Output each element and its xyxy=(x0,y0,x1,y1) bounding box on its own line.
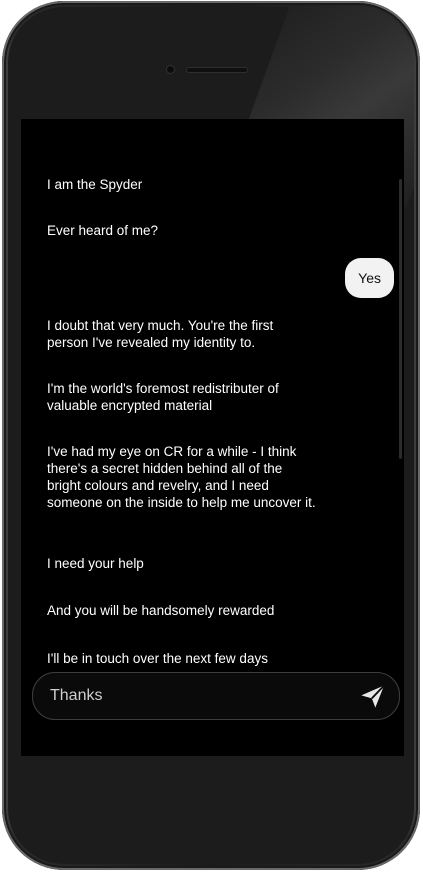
incoming-message: I've had my eye on CR for a while - I th… xyxy=(47,444,316,510)
earpiece-speaker xyxy=(186,67,248,73)
send-icon xyxy=(361,684,385,708)
incoming-message: Ever heard of me? xyxy=(47,223,159,238)
send-button[interactable] xyxy=(359,682,387,710)
scrollbar[interactable] xyxy=(399,179,402,459)
front-camera xyxy=(166,65,175,74)
incoming-message: I'm the world's foremost redistributer o… xyxy=(47,381,279,413)
message-list[interactable]: I am the Spyder Ever heard of me? Yes I … xyxy=(21,119,404,667)
incoming-message: I need your help xyxy=(47,556,144,571)
incoming-message: I am the Spyder xyxy=(47,177,143,192)
incoming-message: I'll be in touch over the next few days xyxy=(47,651,268,666)
chat-screen: I am the Spyder Ever heard of me? Yes I … xyxy=(21,119,404,756)
message-composer xyxy=(32,672,400,720)
incoming-message: I doubt that very much. You're the first… xyxy=(47,318,274,350)
incoming-message: And you will be handsomely rewarded xyxy=(47,603,275,618)
outgoing-message: Yes xyxy=(345,258,394,298)
phone-frame: I am the Spyder Ever heard of me? Yes I … xyxy=(2,1,420,870)
message-input[interactable] xyxy=(50,673,340,719)
